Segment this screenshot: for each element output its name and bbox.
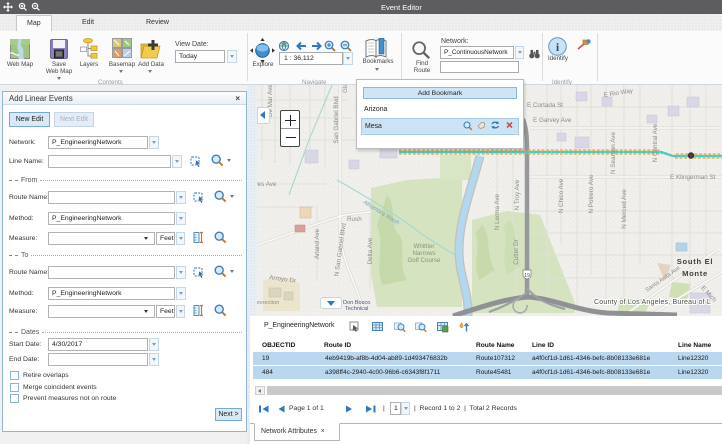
svg-text:N Central Ave: N Central Ave [652, 123, 659, 162]
svg-text:Graves Ave: Graves Ave [257, 181, 277, 188]
svg-text:N Chico Ave: N Chico Ave [558, 178, 565, 213]
svg-text:Golf Course: Golf Course [407, 257, 441, 264]
svg-text:Monte: Monte [682, 269, 708, 278]
svg-text:19: 19 [524, 273, 530, 279]
svg-text:N Potrero Ave: N Potrero Ave [588, 174, 595, 214]
svg-text:N Lerma Ave: N Lerma Ave [494, 193, 501, 230]
svg-text:onnection: onnection [257, 300, 279, 306]
svg-text:Rush: Rush [347, 216, 362, 223]
svg-text:Arland Ave: Arland Ave [314, 228, 321, 259]
svg-text:E Klingerman St: E Klingerman St [670, 174, 716, 181]
svg-text:E Cortada St: E Cortada St [527, 102, 563, 109]
svg-text:Cutter Dr: Cutter Dr [513, 239, 520, 265]
svg-text:Delta Ave: Delta Ave [367, 237, 374, 264]
svg-text:N Seaman Ave: N Seaman Ave [610, 132, 617, 174]
svg-text:N Troy Ave: N Troy Ave [514, 179, 521, 210]
svg-text:Whittier: Whittier [414, 243, 435, 250]
svg-text:Gladys: Gladys [342, 85, 349, 93]
svg-text:Technical: Technical [345, 306, 368, 312]
svg-text:South El: South El [677, 257, 713, 266]
svg-text:San Gabriel Blvd: San Gabriel Blvd [333, 96, 340, 144]
svg-text:County of Los Angeles, Bureau: County of Los Angeles, Bureau of L [594, 299, 711, 306]
svg-text:E Garvey Ave: E Garvey Ave [533, 117, 572, 124]
svg-text:Narrows: Narrows [412, 250, 435, 257]
svg-text:N Merced Ave: N Merced Ave [621, 189, 628, 229]
